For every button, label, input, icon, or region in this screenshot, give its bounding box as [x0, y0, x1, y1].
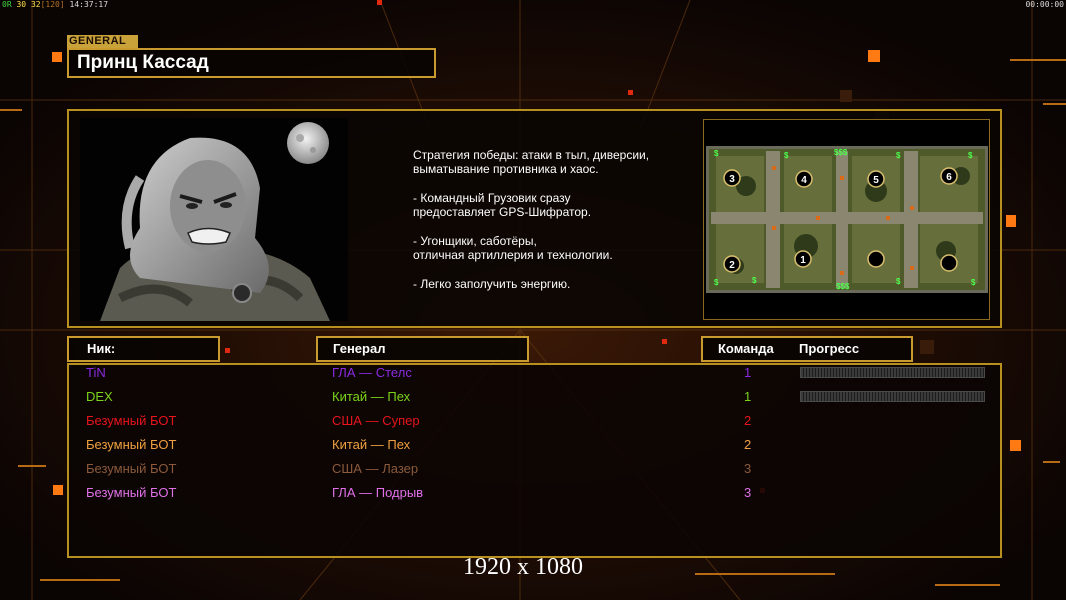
map-money-marker: $ — [714, 149, 719, 158]
map-start-label: 6 — [946, 172, 952, 183]
player-general: ГЛА — Подрыв — [332, 485, 424, 500]
map-money-marker: $ — [714, 278, 719, 287]
map-start-label: 5 — [873, 175, 879, 186]
player-general: ГЛА — Стелс — [332, 365, 412, 380]
map-money-marker: $ — [784, 151, 789, 160]
status-value-a: 0R — [2, 0, 12, 9]
map-preview: 3 4 5 6 2 1 $$$ $$$ $ $ $ $ $ $ $ $ — [706, 146, 988, 293]
status-value-b: 30 — [16, 0, 27, 9]
map-start-label: 2 — [729, 260, 735, 271]
map-money-marker: $ — [896, 277, 901, 286]
player-team: 2 — [744, 437, 752, 452]
player-row: Безумный БОТ США — Супер 2 — [0, 411, 1066, 431]
player-row: Безумный БОТ Китай — Пех 2 — [0, 435, 1066, 455]
player-nick: Безумный БОТ — [86, 485, 177, 500]
player-nick: TiN — [86, 365, 106, 380]
player-team: 3 — [744, 485, 752, 500]
player-general: США — Супер — [332, 413, 420, 428]
description-line: - Легко заполучить энергию. — [413, 277, 571, 291]
player-row: Безумный БОТ США — Лазер 3 — [0, 459, 1066, 479]
player-nick: DEX — [86, 389, 113, 404]
map-money-marker: $ — [971, 278, 976, 287]
general-portrait — [80, 118, 348, 321]
map-money-marker: $ — [968, 151, 973, 160]
column-header-team-progress: Команда Прогресс — [701, 336, 913, 362]
map-money-label: $$$ — [834, 148, 848, 157]
player-team: 1 — [744, 365, 752, 380]
general-name: Принц Кассад — [77, 52, 209, 73]
player-general: США — Лазер — [332, 461, 419, 476]
map-money-label: $$$ — [836, 282, 850, 291]
status-value-d: [120] — [40, 0, 65, 9]
status-bar-right-time: 00:00:00 — [1025, 0, 1064, 9]
player-team: 3 — [744, 461, 752, 476]
player-general: Китай — Пех — [332, 389, 411, 404]
map-start-label: 3 — [729, 174, 735, 185]
map-start-marker-empty — [867, 250, 885, 268]
status-bar-left: 0R 30 32[120] 14:37:17 — [2, 0, 108, 9]
description-line: - Угонщики, саботёры, отличная артиллери… — [413, 234, 613, 262]
player-row: TiN ГЛА — Стелс 1 — [0, 363, 1066, 383]
map-money-marker: $ — [752, 276, 757, 285]
status-value-c: 32 — [30, 0, 41, 9]
status-time: 14:37:17 — [69, 0, 109, 9]
player-nick: Безумный БОТ — [86, 437, 177, 452]
column-header-progress: Прогресс — [799, 341, 860, 356]
player-nick: Безумный БОТ — [86, 461, 177, 476]
player-progress-bar — [800, 367, 985, 378]
player-team: 2 — [744, 413, 752, 428]
player-progress-bar — [800, 391, 985, 402]
general-tag: GENERAL — [67, 35, 138, 48]
map-start-marker-empty — [940, 254, 958, 272]
map-start-label: 4 — [801, 175, 807, 186]
player-general: Китай — Пех — [332, 437, 411, 452]
map-money-marker: $ — [896, 151, 901, 160]
column-header-team: Команда — [718, 341, 774, 356]
player-team: 1 — [744, 389, 752, 404]
column-header-nick: Ник: — [67, 336, 220, 362]
general-description: Стратегия победы: атаки в тыл, диверсии,… — [413, 148, 698, 306]
description-line: - Командный Грузовик сразу предоставляет… — [413, 191, 592, 219]
description-line: Стратегия победы: атаки в тыл, диверсии,… — [413, 148, 650, 176]
map-start-label: 1 — [800, 255, 806, 266]
player-nick: Безумный БОТ — [86, 413, 177, 428]
column-header-general: Генерал — [316, 336, 529, 362]
resolution-label: 1920 x 1080 — [463, 554, 583, 580]
player-row: DEX Китай — Пех 1 — [0, 387, 1066, 407]
player-row: Безумный БОТ ГЛА — Подрыв 3 — [0, 483, 1066, 503]
